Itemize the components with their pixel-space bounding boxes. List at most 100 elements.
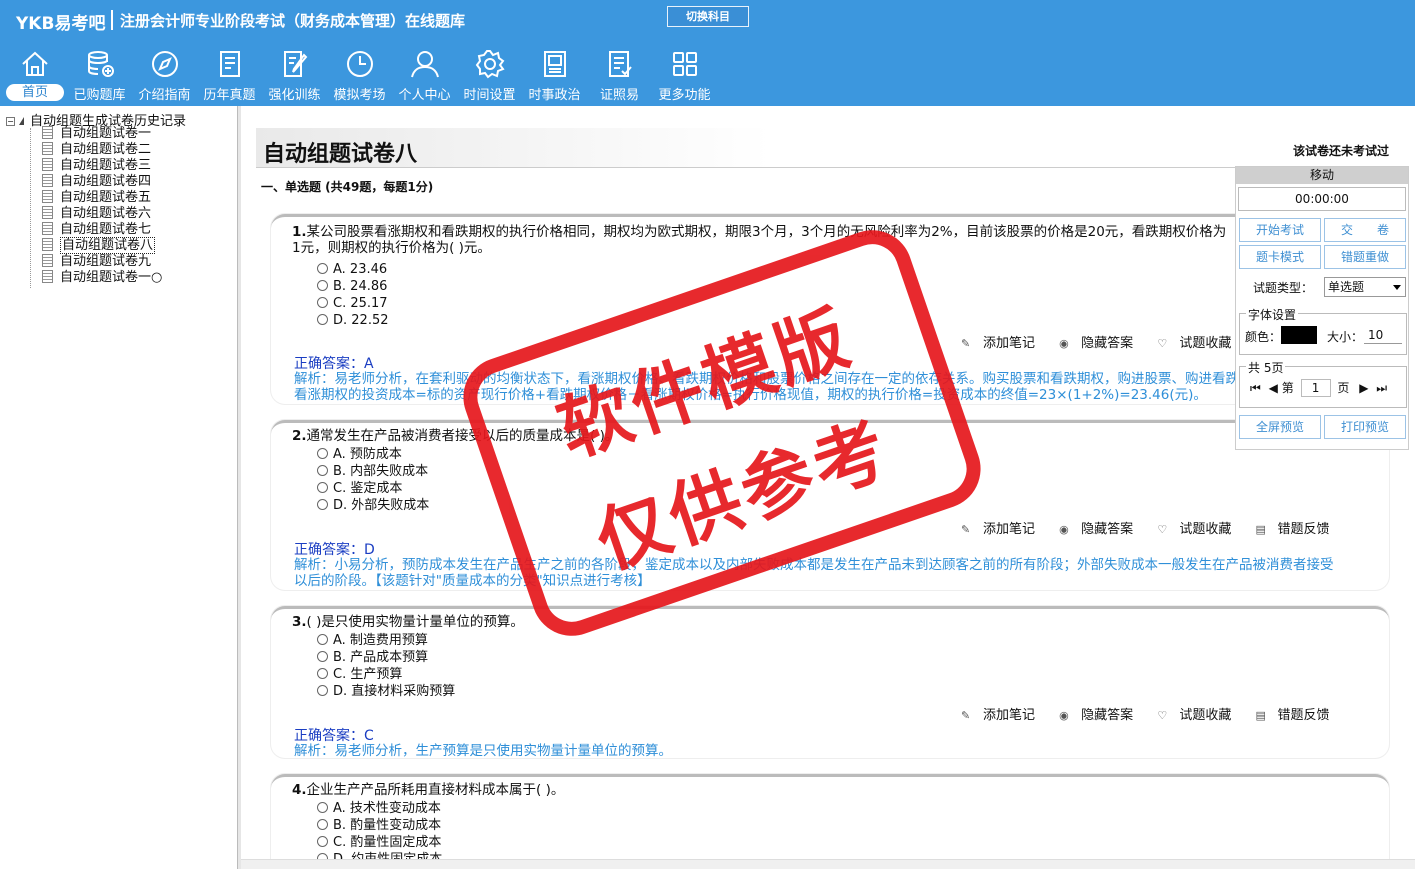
radio-button[interactable] bbox=[317, 465, 328, 476]
nav-certificate[interactable]: 证照易 bbox=[587, 46, 652, 104]
nav-training[interactable]: 强化训练 bbox=[262, 46, 327, 104]
tree-item[interactable]: 自动组题试卷三 bbox=[42, 158, 151, 174]
radio-button[interactable] bbox=[317, 482, 328, 493]
add-note-button[interactable]: ✎ 添加笔记 bbox=[961, 708, 1045, 723]
database-icon bbox=[87, 51, 114, 77]
radio-button[interactable] bbox=[317, 448, 328, 459]
document-icon bbox=[42, 254, 53, 267]
eye-icon: ◉ bbox=[1059, 709, 1069, 722]
option-c[interactable]: C. 酌量性固定成本 bbox=[317, 834, 441, 851]
folder-expanded-icon bbox=[19, 117, 24, 125]
tree-item[interactable]: 自动组题试卷七 bbox=[42, 222, 151, 238]
fullscreen-preview-button[interactable]: 全屏预览 bbox=[1239, 415, 1321, 439]
nav-label: 证照易 bbox=[599, 88, 639, 103]
radio-button[interactable] bbox=[317, 802, 328, 813]
tree-item[interactable]: 自动组题试卷一○ bbox=[42, 270, 162, 286]
collapse-icon[interactable]: − bbox=[6, 117, 15, 126]
option-d[interactable]: D. 外部失败成本 bbox=[317, 497, 429, 514]
radio-button[interactable] bbox=[317, 634, 328, 645]
radio-button[interactable] bbox=[317, 280, 328, 291]
nav-current-affairs[interactable]: 时事政治 bbox=[522, 46, 587, 104]
radio-button[interactable] bbox=[317, 263, 328, 274]
document-icon bbox=[42, 190, 53, 203]
page-nav-group: 共 5页 ⏮ ◀ 第 1 页 ▶ ⏭ bbox=[1239, 359, 1407, 408]
option-b[interactable]: B. 产品成本预算 bbox=[317, 649, 428, 666]
favorite-button[interactable]: ♡ 试题收藏 bbox=[1157, 336, 1241, 351]
option-c[interactable]: C. 生产预算 bbox=[317, 666, 402, 683]
document-icon bbox=[42, 126, 53, 139]
document-icon bbox=[42, 270, 53, 283]
tree-item[interactable]: 自动组题试卷二 bbox=[42, 142, 151, 158]
tree-item[interactable]: 自动组题试卷六 bbox=[42, 206, 151, 222]
color-swatch[interactable] bbox=[1281, 326, 1317, 344]
tree-item[interactable]: 自动组题试卷五 bbox=[42, 190, 151, 206]
question-card: 4.企业生产产品所耗用直接材料成本属于( )。 A. 技术性变动成本 B. 酌量… bbox=[271, 774, 1389, 869]
add-note-button[interactable]: ✎ 添加笔记 bbox=[961, 522, 1045, 537]
question-type-label: 试题类型： bbox=[1253, 281, 1314, 295]
option-d[interactable]: D. 直接材料采购预算 bbox=[317, 683, 455, 700]
report-icon: ▤ bbox=[1255, 709, 1266, 722]
home-icon bbox=[21, 51, 48, 76]
tree-connector bbox=[30, 128, 31, 288]
nav-home[interactable]: 首页 bbox=[2, 46, 67, 104]
question-type-select[interactable]: 单选题 bbox=[1324, 277, 1406, 297]
switch-subject-button[interactable]: 切换科目 bbox=[667, 6, 749, 27]
nav-purchased[interactable]: 已购题库 bbox=[67, 46, 132, 104]
option-b[interactable]: B. 内部失败成本 bbox=[317, 463, 428, 480]
history-tree: − 自动组题生成试卷历史记录 自动组题试卷一 自动组题试卷二 自动组题试卷三 自动… bbox=[0, 106, 238, 869]
report-error-button[interactable]: ▤错题反馈 bbox=[1255, 522, 1339, 537]
tree-item[interactable]: 自动组题试卷一 bbox=[42, 126, 151, 142]
correct-answer: 正确答案：D bbox=[294, 542, 375, 558]
hide-answer-button[interactable]: ◉ 隐藏答案 bbox=[1059, 708, 1143, 723]
option-c[interactable]: C. 25.17 bbox=[317, 295, 388, 312]
radio-button[interactable] bbox=[317, 651, 328, 662]
tree-item[interactable]: 自动组题试卷四 bbox=[42, 174, 151, 190]
radio-button[interactable] bbox=[317, 819, 328, 830]
prev-page-icon[interactable]: ◀ bbox=[1269, 381, 1278, 395]
nav-guide[interactable]: 介绍指南 bbox=[132, 46, 197, 104]
radio-button[interactable] bbox=[317, 685, 328, 696]
hide-answer-button[interactable]: ◉ 隐藏答案 bbox=[1059, 336, 1143, 351]
page-number-input[interactable]: 1 bbox=[1300, 379, 1331, 397]
option-a[interactable]: A. 技术性变动成本 bbox=[317, 800, 441, 817]
nav-mock-exam[interactable]: 模拟考场 bbox=[327, 46, 392, 104]
tree-item[interactable]: 自动组题试卷九 bbox=[42, 254, 151, 270]
option-a[interactable]: A. 23.46 bbox=[317, 261, 387, 278]
font-size-input[interactable]: 10 bbox=[1364, 326, 1402, 344]
checklist-icon bbox=[608, 51, 632, 77]
option-a[interactable]: A. 制造费用预算 bbox=[317, 632, 428, 649]
first-page-icon[interactable]: ⏮ bbox=[1250, 381, 1261, 395]
favorite-button[interactable]: ♡ 试题收藏 bbox=[1157, 522, 1241, 537]
add-note-button[interactable]: ✎ 添加笔记 bbox=[961, 336, 1045, 351]
option-b[interactable]: B. 酌量性变动成本 bbox=[317, 817, 441, 834]
redo-wrong-button[interactable]: 错题重做 bbox=[1324, 245, 1406, 269]
print-preview-button[interactable]: 打印预览 bbox=[1324, 415, 1406, 439]
panel-drag-handle[interactable]: 移动 bbox=[1236, 167, 1408, 184]
nav-time-settings[interactable]: 时间设置 bbox=[457, 46, 522, 104]
radio-button[interactable] bbox=[317, 297, 328, 308]
radio-button[interactable] bbox=[317, 499, 328, 510]
favorite-button[interactable]: ♡ 试题收藏 bbox=[1157, 708, 1241, 723]
radio-button[interactable] bbox=[317, 836, 328, 847]
radio-button[interactable] bbox=[317, 668, 328, 679]
edit-doc-icon bbox=[283, 51, 307, 77]
nav-more[interactable]: 更多功能 bbox=[652, 46, 717, 104]
start-exam-button[interactable]: 开始考试 bbox=[1239, 218, 1321, 242]
report-error-button[interactable]: ▤错题反馈 bbox=[1255, 708, 1339, 723]
next-page-icon[interactable]: ▶ bbox=[1359, 381, 1368, 395]
heart-icon: ♡ bbox=[1157, 523, 1168, 536]
submit-button[interactable]: 交 卷 bbox=[1324, 218, 1406, 242]
option-b[interactable]: B. 24.86 bbox=[317, 278, 387, 295]
hide-answer-button[interactable]: ◉ 隐藏答案 bbox=[1059, 522, 1143, 537]
last-page-icon[interactable]: ⏭ bbox=[1376, 381, 1387, 395]
option-a[interactable]: A. 预防成本 bbox=[317, 446, 402, 463]
horizontal-scrollbar[interactable] bbox=[241, 859, 1415, 869]
card-mode-button[interactable]: 题卡模式 bbox=[1239, 245, 1321, 269]
nav-profile[interactable]: 个人中心 bbox=[392, 46, 457, 104]
font-settings-legend: 字体设置 bbox=[1246, 306, 1299, 323]
tree-item-selected[interactable]: 自动组题试卷八 bbox=[42, 237, 156, 254]
option-d[interactable]: D. 22.52 bbox=[317, 312, 389, 329]
option-c[interactable]: C. 鉴定成本 bbox=[317, 480, 402, 497]
nav-past-exams[interactable]: 历年真题 bbox=[197, 46, 262, 104]
radio-button[interactable] bbox=[317, 314, 328, 325]
